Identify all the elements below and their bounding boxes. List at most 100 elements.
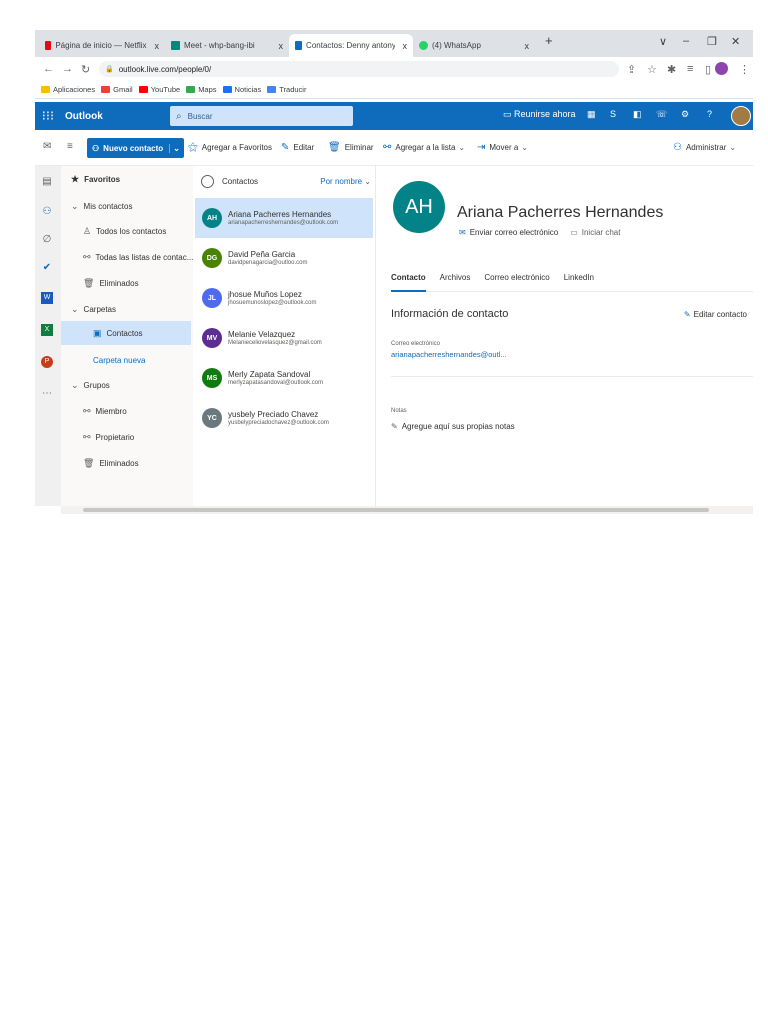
profile-icon[interactable] <box>715 62 728 75</box>
onenote-icon[interactable]: ◧ <box>633 109 642 120</box>
tab-linkedin[interactable]: LinkedIn <box>564 270 594 292</box>
forward-icon[interactable]: → <box>62 63 73 75</box>
select-all-checkbox[interactable] <box>201 175 214 188</box>
avatar: JL <box>202 288 222 308</box>
nav-contacts-folder[interactable]: ▣ Contactos <box>61 321 191 345</box>
nav-all-contacts[interactable]: ♙ Todos los contactos <box>83 226 166 237</box>
nav-all-lists[interactable]: ⚯ Todas las listas de contac... <box>83 252 193 263</box>
close-tab-icon[interactable]: x <box>271 41 284 51</box>
close-tab-icon[interactable]: x <box>517 41 530 51</box>
account-avatar[interactable] <box>731 106 751 126</box>
tab-meet[interactable]: Meet - whp-bang-ibi x <box>165 34 289 57</box>
edit-button[interactable]: ✎ Editar <box>281 142 314 153</box>
calendar-icon[interactable]: ▤ <box>41 176 53 188</box>
edit-contact-button[interactable]: ✎ Editar contacto <box>684 310 747 319</box>
start-chat-link[interactable]: ▭ Iniciar chat <box>570 228 620 237</box>
notes-field[interactable]: ✎ Agregue aquí sus propias notas <box>391 422 515 431</box>
todo-icon[interactable]: ✔ <box>41 262 53 274</box>
nav-deleted[interactable]: 🗑 Eliminados <box>83 278 139 289</box>
tab-files[interactable]: Archivos <box>440 270 471 292</box>
list-item[interactable]: AH Ariana Pacherres Hernandes arianapache… <box>195 198 373 238</box>
new-contact-button[interactable]: ⚇ Nuevo contacto ⌄ <box>87 138 184 158</box>
translate-icon <box>267 86 277 93</box>
side-panel-icon[interactable]: ▯ <box>705 63 711 76</box>
close-tab-icon[interactable]: x <box>147 41 160 51</box>
add-to-list-button[interactable]: ⚯ Agregar a la lista ⌄ <box>383 142 465 153</box>
section-title: Información de contacto <box>391 308 509 320</box>
bookmark-translate[interactable]: Traducir <box>267 85 306 94</box>
tab-contact[interactable]: Contacto <box>391 270 426 292</box>
app-launcher-icon[interactable]: ⁝⁝⁝ <box>35 108 61 124</box>
close-window-icon[interactable]: ✕ <box>731 35 740 48</box>
bookmark-news[interactable]: Noticias <box>222 85 261 94</box>
contact-name: yusbely Preciado Chavez <box>228 410 319 419</box>
list-item[interactable]: MS Merly Zapata Sandoval merlyzapatasando… <box>195 358 373 398</box>
outlook-tab-icon <box>295 41 303 50</box>
manage-button[interactable]: ⚇ Administrar ⌄ <box>673 142 736 153</box>
meet-now-button[interactable]: ▭ Reunirse ahora <box>503 109 576 120</box>
maximize-icon[interactable]: ❐ <box>707 35 717 48</box>
list-item[interactable]: JL jhosue Muños Lopez jhosuemunoslopez@ou… <box>195 278 373 318</box>
powerpoint-icon[interactable]: P <box>41 356 53 368</box>
reload-icon[interactable]: ↻ <box>81 63 90 76</box>
tab-netflix[interactable]: Página de inicio — Netflix x <box>39 34 165 57</box>
trash-icon: 🗑 <box>328 142 341 153</box>
excel-icon[interactable]: X <box>41 324 53 336</box>
bookmark-apps[interactable]: Aplicaciones <box>41 85 95 94</box>
share-icon[interactable]: ⇪ <box>627 63 636 76</box>
nav-folders[interactable]: ⌄ Carpetas <box>71 304 116 315</box>
extensions-icon[interactable]: ✱ <box>667 63 676 76</box>
minimize-icon[interactable]: – <box>683 35 689 47</box>
outlook-brand[interactable]: Outlook <box>65 111 103 122</box>
url-field[interactable]: 🔒 outlook.live.com/people/0/ <box>99 61 619 77</box>
list-item[interactable]: MV Melanie Velazquez Melanieceliovelasque… <box>195 318 373 358</box>
nav-owner[interactable]: ⚯ Propietario <box>83 432 134 443</box>
tab-contacts[interactable]: Contactos: Denny antony vince: x <box>289 34 413 57</box>
qr-icon[interactable]: ▦ <box>587 109 596 120</box>
hamburger-icon[interactable]: ≡ <box>67 141 73 152</box>
people-icon[interactable]: ⚇ <box>41 206 53 218</box>
nav-member[interactable]: ⚯ Miembro <box>83 406 127 417</box>
tab-search-icon[interactable]: ∨ <box>659 35 667 48</box>
avatar: YC <box>202 408 222 428</box>
nav-favorites[interactable]: ★ Favoritos <box>71 174 120 185</box>
attachment-icon[interactable]: ∅ <box>41 234 53 246</box>
nav-groups-deleted[interactable]: 🗑 Eliminados <box>83 458 139 469</box>
feedback-icon[interactable]: ☏ <box>656 109 667 120</box>
move-to-button[interactable]: ⇥ Mover a ⌄ <box>477 142 528 153</box>
back-icon[interactable]: ← <box>43 63 54 75</box>
close-tab-icon[interactable]: x <box>395 41 408 51</box>
chevron-down-icon[interactable]: ⌄ <box>169 143 180 153</box>
new-tab-button[interactable]: + <box>545 33 553 48</box>
list-item[interactable]: DG David Peña Garcia davidpenagarcia@outl… <box>195 238 373 278</box>
list-item[interactable]: YC yusbely Preciado Chavez yusbelypreciad… <box>195 398 373 438</box>
tab-email[interactable]: Correo electrónico <box>484 270 549 292</box>
skype-icon[interactable]: S <box>610 109 616 119</box>
search-input[interactable]: ⌕ Buscar <box>170 106 353 126</box>
lock-icon: 🔒 <box>105 66 114 73</box>
bookmark-maps[interactable]: Maps <box>186 85 217 94</box>
bookmark-youtube[interactable]: YouTube <box>138 85 180 94</box>
horizontal-scrollbar[interactable] <box>61 506 753 514</box>
mail-icon[interactable]: ✉ <box>43 141 51 152</box>
sort-dropdown[interactable]: Por nombre ⌄ <box>320 177 371 186</box>
bookmark-gmail[interactable]: Gmail <box>101 85 133 94</box>
scrollbar-thumb[interactable] <box>83 508 709 512</box>
delete-button[interactable]: 🗑 Eliminar <box>328 142 374 153</box>
more-apps-icon[interactable]: ⋯ <box>41 388 53 400</box>
nav-my-contacts[interactable]: ⌄ Mis contactos <box>71 201 132 212</box>
add-favorites-button[interactable]: ⚝ Agregar a Favoritos <box>188 142 272 153</box>
settings-icon[interactable]: ⚙ <box>681 109 689 120</box>
help-icon[interactable]: ? <box>707 109 712 119</box>
star-icon[interactable]: ☆ <box>647 63 657 76</box>
tab-whatsapp[interactable]: (4) WhatsApp x <box>413 34 535 57</box>
send-email-link[interactable]: ✉ Enviar correo electrónico <box>459 228 558 237</box>
email-value[interactable]: arianapacherreshernandes@outl... <box>391 350 507 359</box>
new-folder-link[interactable]: Carpeta nueva <box>93 356 145 365</box>
chevron-down-icon: ⌄ <box>71 201 79 211</box>
menu-icon[interactable]: ⋮ <box>739 63 750 76</box>
video-icon: ▭ <box>503 109 515 119</box>
word-icon[interactable]: W <box>41 292 53 304</box>
reading-list-icon[interactable]: ≡ <box>687 63 693 75</box>
nav-groups[interactable]: ⌄ Grupos <box>71 380 110 391</box>
